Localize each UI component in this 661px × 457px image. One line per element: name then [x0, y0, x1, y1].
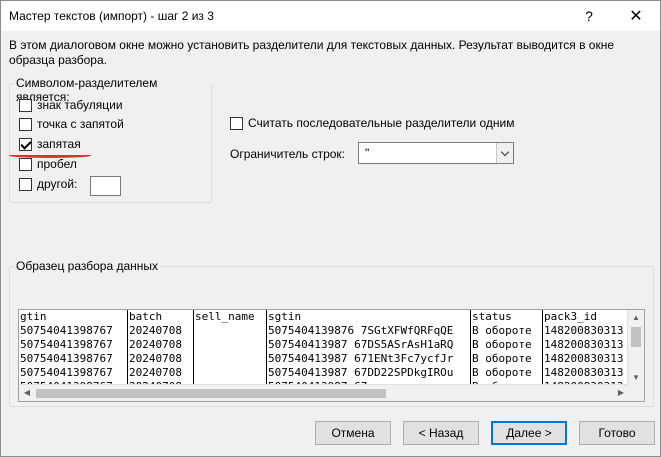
scroll-right-icon[interactable]: ▶	[616, 388, 626, 398]
other-delimiter-input[interactable]	[90, 176, 121, 196]
vertical-scrollbar[interactable]: ▲ ▼	[627, 310, 644, 386]
preview-column-sell-name[interactable]: sell_name	[194, 310, 267, 394]
text-qualifier-value: "	[365, 146, 370, 160]
other-checkbox[interactable]	[19, 177, 32, 191]
delimiter-group: Символом-разделителем является: знак таб…	[9, 76, 212, 203]
dialog-description: В этом диалоговом окне можно установить …	[9, 38, 615, 67]
window-title: Мастер текстов (импорт) - шаг 2 из 3	[9, 9, 214, 23]
preview-cell	[194, 338, 266, 352]
help-icon: ?	[585, 8, 593, 24]
tab-label: знак табуляции	[37, 98, 123, 112]
preview-cell: 148200830313	[544, 366, 624, 379]
preview-cell: 50754041398767	[20, 366, 113, 379]
chevron-down-icon	[500, 147, 510, 156]
scroll-down-icon[interactable]: ▼	[631, 373, 641, 383]
comma-delimiter-option[interactable]: запятая	[19, 137, 81, 151]
preview-cell: gtin	[20, 310, 47, 323]
preview-cell: sell_name	[195, 310, 255, 323]
preview-cell: 50754041398767	[20, 324, 113, 337]
semicolon-label: точка с запятой	[37, 117, 124, 131]
preview-cell: В обороте	[472, 338, 532, 351]
preview-cell: 20240708	[129, 324, 182, 337]
text-import-wizard-dialog: Мастер текстов (импорт) - шаг 2 из 3 ? ✕…	[0, 0, 661, 457]
comma-label: запятая	[37, 137, 81, 151]
next-button[interactable]: Далее >	[491, 421, 567, 445]
other-label: другой:	[37, 177, 78, 191]
space-label: пробел	[37, 157, 77, 171]
help-button[interactable]: ?	[566, 1, 612, 31]
data-preview-title: Образец разбора данных	[14, 259, 161, 273]
vertical-scroll-thumb[interactable]	[631, 327, 641, 347]
preview-cell: 20240708	[129, 366, 182, 379]
semicolon-checkbox[interactable]	[19, 117, 32, 131]
preview-cell: 507540413987 671ENt3Fc7ycfJr	[268, 352, 454, 365]
preview-cell: 148200830313	[544, 352, 624, 365]
scrollbar-corner	[627, 384, 644, 401]
preview-cell	[194, 352, 266, 366]
preview-cell: 148200830313	[544, 338, 624, 351]
preview-column-pack3-id[interactable]: pack3_id 148200830313 148200830313 14820…	[543, 310, 633, 394]
preview-cell: status	[472, 310, 512, 323]
cancel-button[interactable]: Отмена	[315, 421, 391, 445]
data-preview-pane[interactable]: gtin 50754041398767 50754041398767 50754…	[18, 309, 645, 402]
close-icon: ✕	[629, 8, 643, 25]
horizontal-scrollbar[interactable]: ◀ ▶	[19, 384, 629, 401]
preview-column-gtin[interactable]: gtin 50754041398767 50754041398767 50754…	[19, 310, 128, 394]
preview-column-batch[interactable]: batch 20240708 20240708 20240708 2024070…	[128, 310, 194, 394]
preview-cell: 20240708	[129, 352, 182, 365]
text-qualifier-select[interactable]: "	[358, 142, 514, 164]
dropdown-button[interactable]	[496, 143, 513, 163]
title-bar: Мастер текстов (импорт) - шаг 2 из 3 ? ✕	[1, 1, 660, 31]
comma-checkbox[interactable]	[19, 137, 32, 151]
preview-cell: 5075404139876 7SGtXFWfQRFqQE	[268, 324, 454, 337]
preview-column-sgtin[interactable]: sgtin 5075404139876 7SGtXFWfQRFqQE 50754…	[267, 310, 471, 394]
red-annotation-underline	[9, 153, 91, 158]
preview-cell: В обороте	[472, 366, 532, 379]
preview-cell: В обороте	[472, 352, 532, 365]
data-preview-group: Образец разбора данных gtin 507540413987…	[9, 259, 654, 407]
space-checkbox[interactable]	[19, 157, 32, 171]
horizontal-scroll-thumb[interactable]	[36, 389, 386, 398]
scroll-up-icon[interactable]: ▲	[631, 313, 641, 323]
text-qualifier-label: Ограничитель строк:	[230, 147, 345, 161]
back-button[interactable]: < Назад	[403, 421, 479, 445]
tab-delimiter-option[interactable]: знак табуляции	[19, 98, 123, 112]
preview-cell: batch	[129, 310, 163, 323]
preview-cell: sgtin	[268, 310, 302, 323]
finish-button[interactable]: Готово	[579, 421, 655, 445]
tab-checkbox[interactable]	[19, 98, 32, 112]
preview-cell: В обороте	[472, 324, 532, 337]
consecutive-checkbox[interactable]	[230, 116, 243, 130]
preview-cell: 507540413987 67DD22SPDkgIROu	[268, 366, 454, 379]
preview-cell: 50754041398767	[20, 338, 113, 351]
preview-cell: 50754041398767	[20, 352, 113, 365]
preview-column-status[interactable]: status В обороте В обороте В обороте В о…	[471, 310, 543, 394]
preview-grid: gtin 50754041398767 50754041398767 50754…	[19, 310, 633, 394]
scroll-left-icon[interactable]: ◀	[22, 388, 32, 398]
preview-cell: 20240708	[129, 338, 182, 351]
preview-cell	[194, 324, 266, 338]
preview-cell: 148200830313	[544, 324, 624, 337]
close-button[interactable]: ✕	[613, 1, 659, 31]
consecutive-label: Считать последовательные разделители одн…	[248, 116, 515, 130]
other-delimiter-option[interactable]: другой:	[19, 177, 77, 191]
preview-cell: pack3_id	[544, 310, 597, 323]
consecutive-delimiters-option[interactable]: Считать последовательные разделители одн…	[230, 116, 515, 130]
preview-cell	[194, 366, 266, 380]
semicolon-delimiter-option[interactable]: точка с запятой	[19, 117, 124, 131]
space-delimiter-option[interactable]: пробел	[19, 157, 77, 171]
preview-cell: 507540413987 67DS5ASrAsH1aRQ	[268, 338, 454, 351]
